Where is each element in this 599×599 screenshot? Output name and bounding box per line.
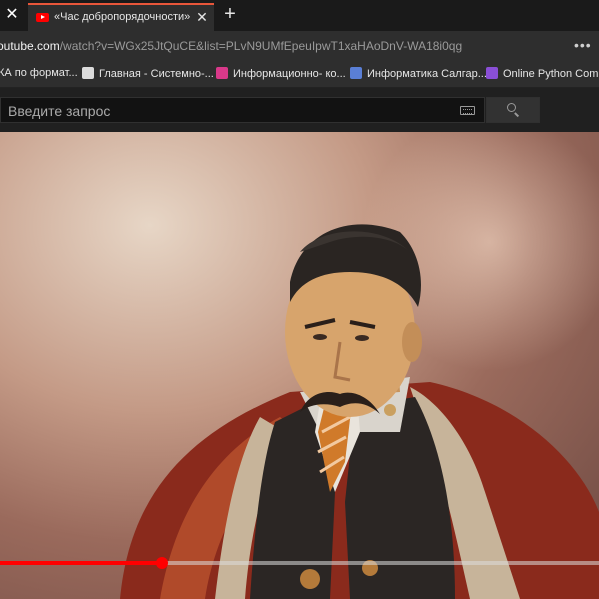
bookmark-item-4[interactable]: Информатика Салгар... [350, 67, 487, 81]
tab-title: «Час добропорядочности» на [54, 11, 190, 23]
progress-scrubber[interactable] [155, 557, 168, 569]
bookmark-label: Информатика Салгар... [367, 68, 487, 80]
search-box[interactable] [0, 97, 485, 123]
bookmark-label: КА по формат... [0, 67, 78, 79]
youtube-icon [36, 13, 49, 22]
tab-close-icon[interactable]: ✕ [194, 9, 210, 25]
bookmarks-bar: КА по формат... Главная - Системно-... И… [0, 61, 599, 88]
bookmark-label: Главная - Системно-... [99, 68, 214, 80]
keyboard-icon[interactable] [460, 106, 475, 115]
video-player[interactable] [0, 132, 599, 599]
book-icon [350, 67, 362, 79]
youtube-header [0, 88, 599, 132]
url-text[interactable]: outube.com/watch?v=WGx25JtQuCE&list=PLvN… [0, 39, 462, 53]
page-icon [82, 67, 94, 79]
bookmark-label: Online Python Compi [503, 68, 599, 80]
bolt-icon [486, 67, 498, 79]
video-frame-statue [120, 224, 599, 599]
search-button[interactable] [486, 97, 540, 123]
progress-played [0, 561, 162, 565]
search-icon [507, 103, 516, 112]
tab-strip: ✕ «Час добропорядочности» на ✕ + [0, 0, 599, 31]
bookmark-item-1[interactable]: КА по формат... [0, 67, 78, 81]
address-bar[interactable]: outube.com/watch?v=WGx25JtQuCE&list=PLvN… [0, 31, 599, 61]
video-progress-bar[interactable] [0, 557, 599, 569]
bookmark-item-3[interactable]: Информационно- ко... [216, 67, 346, 81]
bookmark-label: Информационно- ко... [233, 68, 346, 80]
search-input[interactable] [6, 101, 450, 121]
more-menu-icon[interactable]: ••• [574, 37, 594, 53]
url-path: /watch?v=WGx25JtQuCE&list=PLvN9UMfEpeuIp… [59, 39, 463, 53]
bookmark-item-5[interactable]: Online Python Compi [486, 67, 599, 81]
url-host: outube.com [0, 39, 60, 53]
n-logo-icon [216, 67, 228, 79]
close-icon[interactable]: ✕ [3, 6, 21, 24]
bookmark-item-2[interactable]: Главная - Системно-... [82, 67, 214, 81]
tab-youtube-video[interactable]: «Час добропорядочности» на ✕ [28, 3, 214, 31]
new-tab-icon[interactable]: + [220, 3, 240, 25]
